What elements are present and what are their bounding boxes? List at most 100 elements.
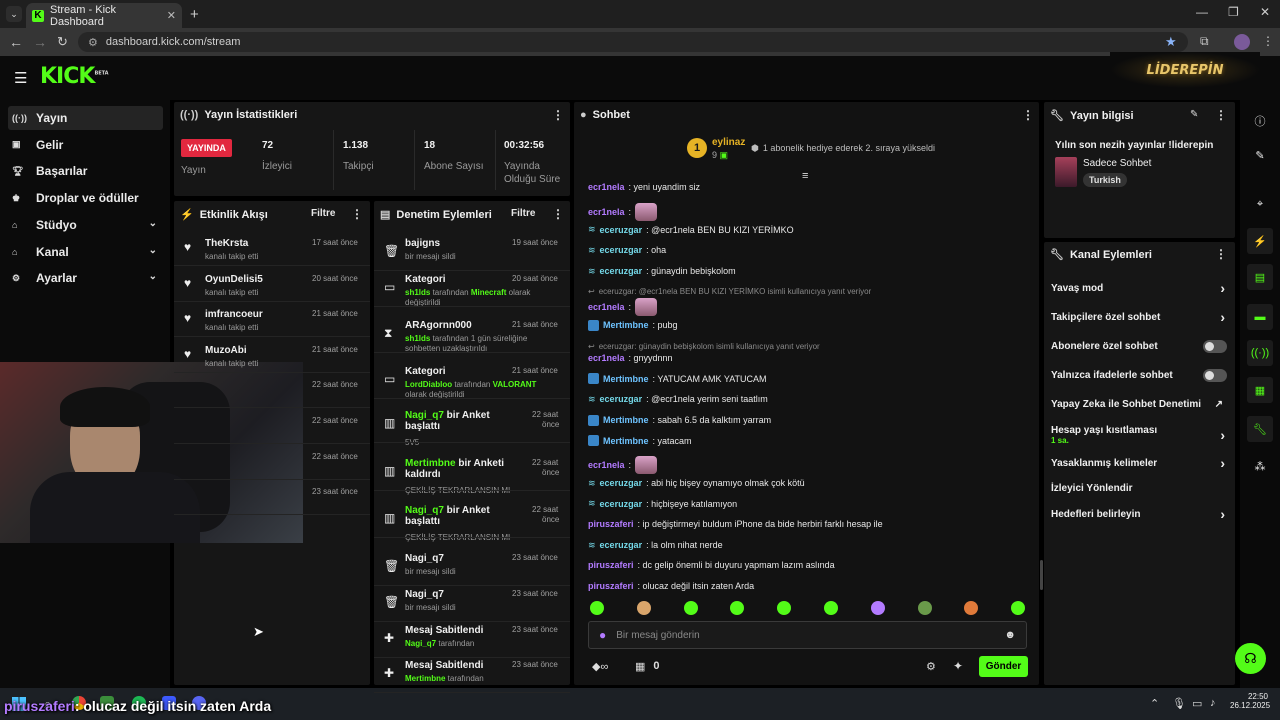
mod-user[interactable]: Mertimbne (405, 458, 456, 469)
sidebar-item-6[interactable]: ⚙ Ayarlar ⌄ (8, 266, 163, 290)
emoji-icon[interactable]: ☻ (1004, 629, 1016, 641)
connections-icon[interactable]: ⁂ (1247, 453, 1273, 479)
channel-actions-menu-icon[interactable]: ⋮ (1215, 247, 1227, 261)
channel-action-5[interactable]: Hesap yaşı kısıtlaması 1 sa. › (1051, 425, 1227, 445)
tray-clock[interactable]: 22:50 26.12.2025 (1230, 692, 1270, 710)
stats-menu-icon[interactable]: ⋮ (552, 108, 564, 122)
new-tab-icon[interactable]: + (190, 6, 199, 23)
broadcast-icon[interactable]: ((·)) (1247, 340, 1273, 366)
mod-user[interactable]: Nagi_q7 (405, 410, 444, 421)
channel-action-7[interactable]: İzleyici Yönlendir (1051, 483, 1227, 494)
points-display[interactable]: ▦ 0 (635, 660, 660, 673)
emote-shortcut-icon[interactable] (683, 601, 698, 615)
sidebar-item-3[interactable]: ♚ Droplar ve ödüller (8, 186, 163, 210)
tray-network-icon[interactable]: ▭ (1192, 697, 1202, 710)
sidebar-item-4[interactable]: ⌂ Stüdyo ⌄ (8, 213, 163, 237)
support-headset-icon[interactable]: ☊ (1235, 643, 1266, 674)
toggle-switch[interactable] (1203, 340, 1227, 353)
chat-username[interactable]: ecr1nela (588, 182, 625, 192)
chat-username[interactable]: eceruzgar (600, 499, 643, 509)
game-controller-icon[interactable]: ✦ (953, 659, 963, 673)
chat-username[interactable]: Mertimbne (603, 436, 649, 446)
edit-pencil-icon[interactable]: ✎ (1190, 109, 1198, 120)
mod-category[interactable]: Minecraft (471, 288, 507, 297)
tray-chevron-icon[interactable]: ⌃ (1150, 697, 1159, 710)
moderation-filter-button[interactable]: Filtre (511, 208, 535, 219)
chat-username[interactable]: piruszaferi (588, 560, 634, 570)
chat-username[interactable]: eceruzgar (600, 478, 643, 488)
channel-action-4[interactable]: Yapay Zeka ile Sohbet Denetimi ↗ (1051, 399, 1227, 410)
channel-action-3[interactable]: Yalnızca ifadelerle sohbet (1051, 369, 1227, 382)
infinity-icon[interactable]: ◆∞ (592, 660, 608, 673)
bookmark-star-icon[interactable]: ★ (1165, 34, 1177, 50)
channel-action-2[interactable]: Abonelere özel sohbet (1051, 340, 1227, 353)
back-icon[interactable]: ← (9, 34, 23, 50)
emote-shortcut-icon[interactable] (636, 601, 651, 615)
stream-info-menu-icon[interactable]: ⋮ (1215, 108, 1227, 122)
edit-icon[interactable]: ✎ (1247, 142, 1273, 168)
chat-icon[interactable]: ▬ (1247, 304, 1273, 330)
chat-input[interactable]: ● Bir mesaj gönderin ☻ (588, 621, 1027, 649)
address-bar[interactable]: ⚙ dashboard.kick.com/stream (78, 32, 1188, 52)
mod-user[interactable]: Nagi_q7 (405, 505, 444, 516)
restore-icon[interactable]: ❐ (1228, 5, 1239, 19)
chat-username[interactable]: eceruzgar (600, 266, 643, 276)
emote-shortcut-icon[interactable] (590, 601, 604, 615)
channel-action-0[interactable]: Yavaş mod › (1051, 280, 1227, 296)
wrench-icon[interactable]: 🔧︎ (1247, 416, 1273, 442)
browser-tab[interactable]: K Stream - Kick Dashboard ✕ (26, 3, 182, 28)
notes-icon[interactable]: ▤ (1247, 264, 1273, 290)
toggle-switch[interactable] (1203, 369, 1227, 382)
channel-action-6[interactable]: Yasaklanmış kelimeler › (1051, 455, 1227, 471)
browser-menu-icon[interactable]: ⋮ (1262, 34, 1274, 48)
sidebar-item-2[interactable]: 🏆︎ Başarılar (8, 159, 163, 183)
extensions-icon[interactable]: ⧉ (1200, 34, 1209, 49)
sidebar-item-0[interactable]: ((·)) Yayın (8, 106, 163, 130)
event-user[interactable]: OyunDelisi5 (205, 274, 263, 285)
microphone-icon[interactable]: ● (599, 628, 606, 642)
info-icon[interactable]: ⓘ (1247, 108, 1273, 134)
chat-username[interactable]: ecr1nela (588, 353, 625, 363)
mod-actor[interactable]: sh1lds (405, 334, 430, 343)
chevron-down-icon[interactable]: ⌄ (149, 218, 157, 229)
chat-username[interactable]: Mertimbne (603, 415, 649, 425)
chat-scrollbar[interactable] (1040, 560, 1043, 590)
layout-icon[interactable]: ▦ (1247, 377, 1273, 403)
chevron-down-icon[interactable]: ⌄ (149, 271, 157, 282)
collapse-pinned-icon[interactable]: ≡ (802, 170, 808, 182)
channel-action-8[interactable]: Hedefleri belirleyin › (1051, 506, 1227, 522)
chat-username[interactable]: eceruzgar (600, 225, 643, 235)
sidebar-item-1[interactable]: ▣ Gelir (8, 133, 163, 157)
activity-menu-icon[interactable]: ⋮ (351, 207, 363, 221)
tray-volume-icon[interactable]: ♪ (1210, 697, 1216, 709)
chat-username[interactable]: Mertimbne (603, 374, 649, 384)
chevron-down-icon[interactable]: ⌄ (149, 245, 157, 256)
mod-category[interactable]: VALORANT (493, 380, 537, 389)
kick-logo[interactable]: KICKBETA (40, 64, 109, 89)
chat-menu-icon[interactable]: ⋮ (1022, 108, 1034, 122)
close-tab-icon[interactable]: ✕ (167, 9, 176, 22)
send-button[interactable]: Gönder (979, 656, 1028, 677)
reload-icon[interactable]: ↻ (57, 34, 68, 50)
chat-username[interactable]: ecr1nela (588, 207, 625, 217)
mod-actor[interactable]: LordDiabloo (405, 380, 452, 389)
focus-icon[interactable]: ⌖ (1247, 191, 1273, 217)
event-user[interactable]: TheKrsta (205, 238, 248, 249)
bolt-icon[interactable]: ⚡ (1247, 228, 1273, 254)
chat-settings-icon[interactable]: ⚙ (926, 660, 936, 673)
language-tag[interactable]: Turkish (1083, 173, 1127, 187)
emote-shortcut-icon[interactable] (824, 601, 838, 615)
chat-username[interactable]: eceruzgar (600, 245, 643, 255)
activity-filter-button[interactable]: Filtre (311, 208, 335, 219)
emote-shortcut-icon[interactable] (917, 601, 932, 615)
mod-actor[interactable]: sh1lds (405, 288, 430, 297)
close-window-icon[interactable]: ✕ (1260, 5, 1270, 19)
moderation-menu-icon[interactable]: ⋮ (552, 207, 564, 221)
emote-shortcut-icon[interactable] (870, 601, 885, 615)
event-user[interactable]: imfrancoeur (205, 309, 263, 320)
chat-username[interactable]: eceruzgar (600, 540, 643, 550)
event-user[interactable]: MuzoAbi (205, 345, 247, 356)
site-info-icon[interactable]: ⚙ (88, 36, 98, 49)
minimize-icon[interactable]: — (1196, 5, 1208, 19)
gift-user[interactable]: eylinaz (712, 137, 745, 148)
